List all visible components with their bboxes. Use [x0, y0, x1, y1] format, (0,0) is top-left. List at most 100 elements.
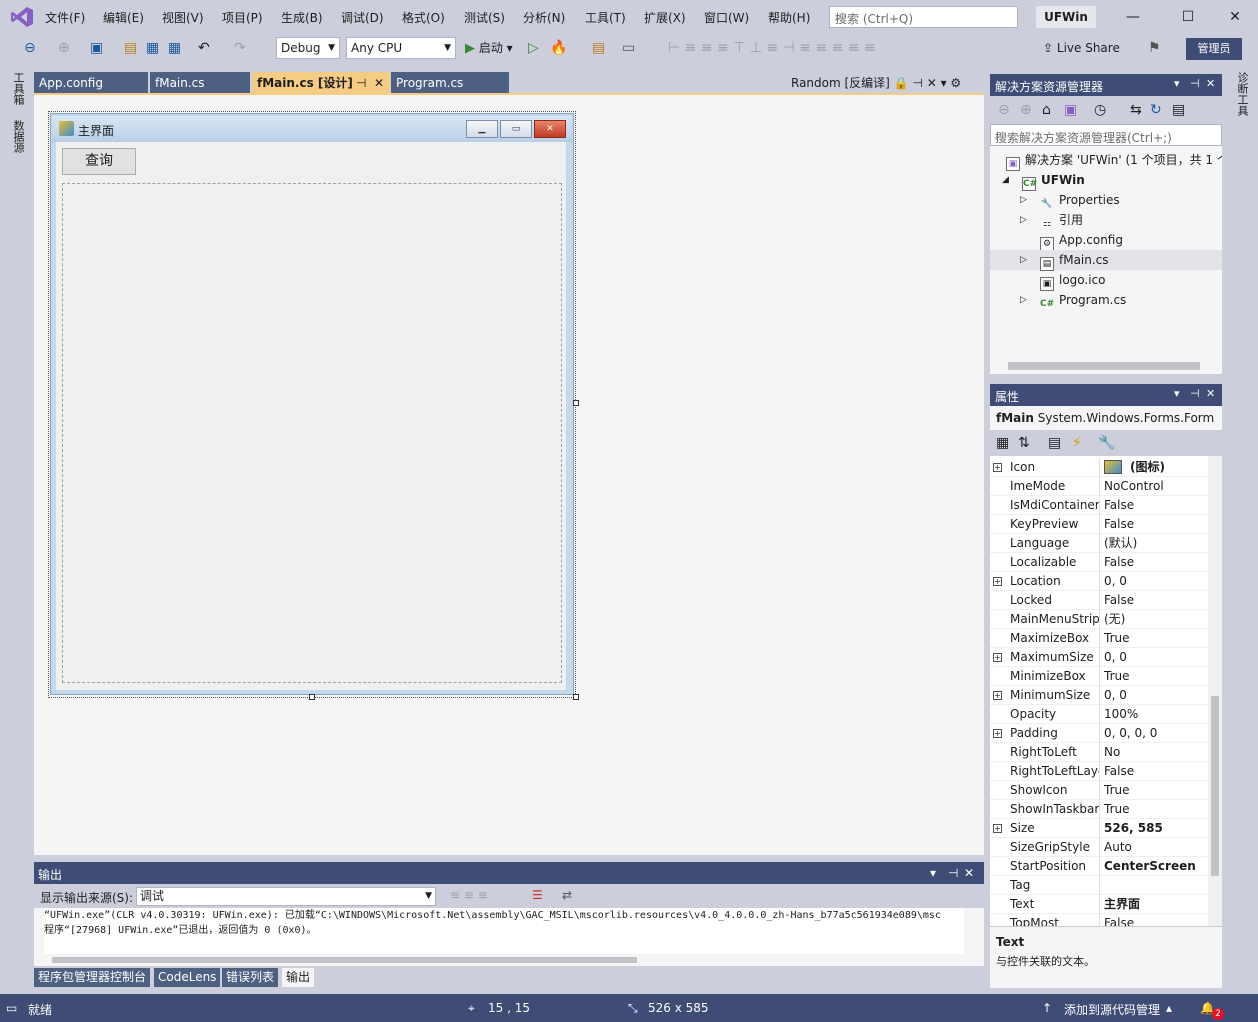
redo-icon[interactable]: ↷ — [234, 40, 246, 56]
expand-icon[interactable]: + — [993, 653, 1002, 662]
property-row[interactable]: MinimizeBox True — [990, 667, 1208, 686]
layout-icon[interactable]: ▭ — [622, 40, 635, 56]
home-icon[interactable]: ⌂ — [1042, 102, 1051, 118]
tree-item-properties[interactable]: 🔧 Properties — [1040, 190, 1119, 210]
property-row[interactable]: + MinimumSize 0, 0 — [990, 686, 1208, 705]
property-value[interactable]: 0, 0 — [1104, 686, 1127, 705]
property-row[interactable]: ImeMode NoControl — [990, 477, 1208, 496]
properties-icon[interactable]: ▤ — [1048, 435, 1061, 451]
property-value[interactable]: 0, 0 — [1104, 572, 1127, 591]
property-row[interactable]: + Padding 0, 0, 0, 0 — [990, 724, 1208, 743]
property-value[interactable]: True — [1104, 781, 1130, 800]
property-value[interactable]: 0, 0 — [1104, 648, 1127, 667]
property-value[interactable]: False — [1104, 914, 1134, 926]
property-row[interactable]: RightToLeft No — [990, 743, 1208, 762]
categorized-icon[interactable]: ▦ — [996, 435, 1009, 451]
property-row[interactable]: StartPosition CenterScreen — [990, 857, 1208, 876]
solution-horizontal-scrollbar[interactable] — [990, 358, 1222, 374]
collapsed-icon[interactable]: ▷ — [1020, 295, 1027, 305]
collapsed-icon[interactable]: ▷ — [1020, 195, 1027, 205]
expand-icon[interactable]: + — [993, 463, 1002, 472]
tree-item-references[interactable]: ⚏ 引用 — [1040, 210, 1083, 230]
refresh-icon[interactable]: ↻ — [1150, 102, 1162, 118]
events-icon[interactable]: ⚡ — [1072, 435, 1082, 451]
navigate-forward-icon[interactable]: ⊕ — [58, 40, 70, 56]
property-value[interactable]: (无) — [1104, 610, 1125, 629]
property-row[interactable]: ShowInTaskbar True — [990, 800, 1208, 819]
tree-item-logo[interactable]: ▣ logo.ico — [1040, 270, 1106, 291]
menu-item[interactable]: 生成(B) — [281, 9, 323, 26]
property-row[interactable]: ShowIcon True — [990, 781, 1208, 800]
property-value[interactable]: (图标) — [1130, 458, 1165, 477]
property-value[interactable]: True — [1104, 800, 1130, 819]
tab-codelens[interactable]: CodeLens — [154, 968, 221, 987]
switch-views-icon[interactable]: ▣ — [1064, 102, 1077, 118]
property-row[interactable]: KeyPreview False — [990, 515, 1208, 534]
maximize-icon[interactable]: ☐ — [1173, 6, 1203, 28]
property-row[interactable]: Language (默认) — [990, 534, 1208, 553]
tree-item-app-config[interactable]: ⚙ App.config — [1040, 230, 1123, 251]
back-icon[interactable]: ⊖ — [998, 102, 1010, 118]
menu-item[interactable]: 扩展(X) — [644, 9, 686, 26]
diagnostics-tab[interactable]: 诊断工具 — [1234, 72, 1250, 116]
tab-fmain-design[interactable]: fMain.cs [设计] ⊣ ✕ — [252, 72, 390, 94]
property-value[interactable]: CenterScreen — [1104, 857, 1196, 876]
property-row[interactable]: TopMost False — [990, 914, 1208, 926]
expand-icon[interactable]: + — [993, 691, 1002, 700]
menu-item[interactable]: 项目(P) — [222, 9, 263, 26]
start-debug-button[interactable]: ▶ 启动 ▾ — [465, 39, 513, 56]
output-horizontal-scrollbar[interactable] — [44, 954, 964, 966]
tab-random-decompiled[interactable]: Random [反编译] 🔒 ⊣ ✕ ▾ ⚙ — [791, 72, 961, 94]
new-project-icon[interactable]: ▣ — [90, 40, 103, 56]
properties-vertical-scrollbar[interactable] — [1208, 456, 1222, 926]
open-file-icon[interactable]: ▤ — [124, 40, 137, 56]
property-row[interactable]: Locked False — [990, 591, 1208, 610]
pane-options-icon[interactable]: ▾ — [930, 866, 936, 880]
menu-item[interactable]: 编辑(E) — [103, 9, 144, 26]
alphabetical-icon[interactable]: ⇅ — [1018, 435, 1030, 451]
property-row[interactable]: Opacity 100% — [990, 705, 1208, 724]
property-value[interactable]: False — [1104, 496, 1134, 515]
collapsed-icon[interactable]: ▷ — [1020, 215, 1027, 225]
property-value[interactable]: False — [1104, 591, 1134, 610]
tab-program-cs[interactable]: Program.cs — [391, 72, 509, 94]
start-without-debug-icon[interactable]: ▷ — [528, 40, 539, 56]
resize-handle-bottom[interactable] — [309, 694, 315, 700]
property-row[interactable]: + Icon (图标) — [990, 458, 1208, 477]
sync-icon[interactable]: ⇆ — [1130, 102, 1142, 118]
menu-item[interactable]: 帮助(H) — [768, 9, 810, 26]
feedback-icon[interactable]: ⚑ — [1148, 40, 1161, 56]
property-value[interactable]: 主界面 — [1104, 895, 1140, 914]
property-pages-icon[interactable]: 🔧 — [1098, 435, 1115, 451]
property-value[interactable]: True — [1104, 667, 1130, 686]
property-row[interactable]: + Location 0, 0 — [990, 572, 1208, 591]
close-icon[interactable]: ✕ — [1206, 77, 1215, 90]
navigate-back-icon[interactable]: ⊖ — [24, 40, 36, 56]
property-value[interactable]: 0, 0, 0, 0 — [1104, 724, 1157, 743]
solution-search-input[interactable]: 搜索解决方案资源管理器(Ctrl+;) ⌕ — [990, 124, 1222, 146]
tab-error-list[interactable]: 错误列表 — [222, 968, 279, 987]
add-to-source-control[interactable]: 添加到源代码管理 — [1064, 1001, 1160, 1018]
property-value[interactable]: True — [1104, 629, 1130, 648]
pin-icon[interactable]: ⊣ — [1190, 387, 1200, 400]
scroll-thumb[interactable] — [1008, 362, 1200, 370]
search-input[interactable]: 搜索 (Ctrl+Q) ⌕ — [829, 6, 1018, 28]
property-row[interactable]: RightToLeftLayoutFalse — [990, 762, 1208, 781]
expand-icon[interactable]: + — [993, 577, 1002, 586]
tab-package-manager-console[interactable]: 程序包管理器控制台 — [34, 968, 151, 987]
property-row[interactable]: + MaximumSize 0, 0 — [990, 648, 1208, 667]
menu-item[interactable]: 格式(O) — [402, 9, 445, 26]
tab-fmain-cs[interactable]: fMain.cs — [150, 72, 250, 94]
tree-item-project[interactable]: C# UFWin — [1022, 170, 1085, 191]
find-message-icon[interactable]: ≡ ≡ ≡ — [450, 888, 488, 902]
tab-output[interactable]: 输出 — [282, 968, 315, 987]
output-vertical-scrollbar[interactable] — [964, 908, 984, 954]
scroll-thumb[interactable] — [1211, 696, 1219, 876]
property-value[interactable]: False — [1104, 553, 1134, 572]
property-value[interactable]: False — [1104, 515, 1134, 534]
collapsed-icon[interactable]: ▷ — [1020, 255, 1027, 265]
folder-icon[interactable]: ▤ — [592, 40, 605, 56]
property-value[interactable]: Auto — [1104, 838, 1132, 857]
forward-icon[interactable]: ⊕ — [1020, 102, 1032, 118]
menu-item[interactable]: 视图(V) — [162, 9, 204, 26]
